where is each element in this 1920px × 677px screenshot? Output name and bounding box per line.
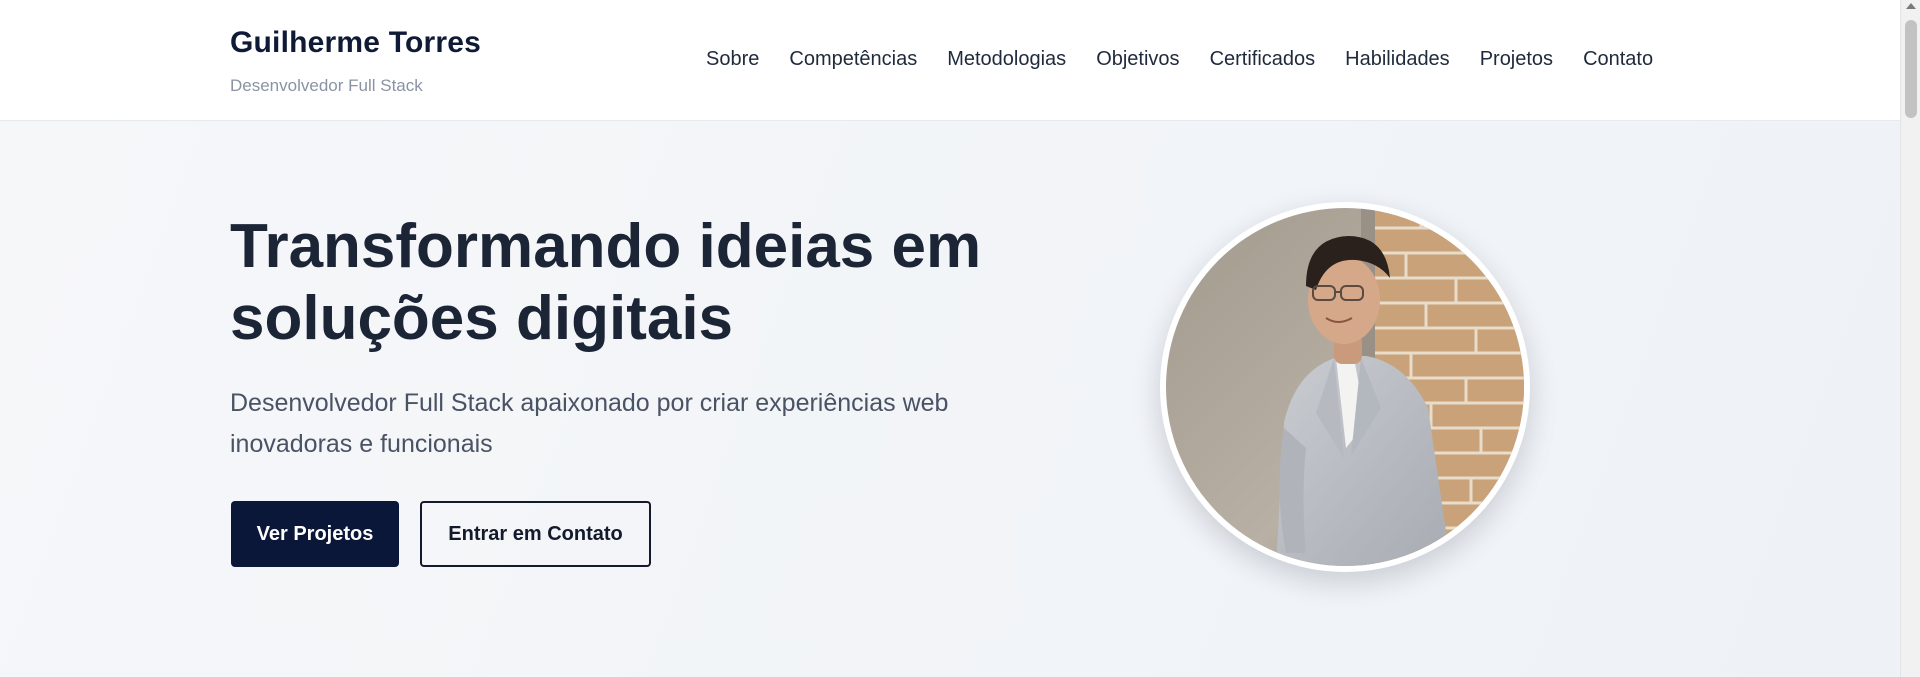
nav-item-habilidades[interactable]: Habilidades <box>1345 48 1450 71</box>
hero-subtitle-line1: Desenvolvedor Full Stack apaixonado por … <box>230 389 949 417</box>
nav-item-contato[interactable]: Contato <box>1583 48 1653 71</box>
nav-item-metodologias[interactable]: Metodologias <box>947 48 1066 71</box>
nav-item-sobre[interactable]: Sobre <box>706 48 759 71</box>
brand-name[interactable]: Guilherme Torres <box>230 26 481 60</box>
avatar-frame <box>1160 202 1530 572</box>
hero-headline-line2: soluções digitais <box>230 284 734 353</box>
nav-item-objetivos[interactable]: Objetivos <box>1096 48 1179 71</box>
nav-item-certificados[interactable]: Certificados <box>1210 48 1316 71</box>
brand-subtitle: Desenvolvedor Full Stack <box>230 76 423 95</box>
hero-section: Transformando ideias em soluções digitai… <box>0 121 1900 677</box>
profile-photo <box>1166 208 1524 566</box>
nav-item-competencias[interactable]: Competências <box>789 48 917 71</box>
hero-subtitle-line2: inovadoras e funcionais <box>230 430 493 458</box>
hero-headline: Transformando ideias em soluções digitai… <box>230 211 990 355</box>
contact-button[interactable]: Entrar em Contato <box>420 501 651 567</box>
view-projects-button[interactable]: Ver Projetos <box>231 501 399 567</box>
profile-photo-illustration <box>1166 208 1524 566</box>
site-header: Guilherme Torres Desenvolvedor Full Stac… <box>0 0 1900 121</box>
scroll-thumb[interactable] <box>1905 20 1917 118</box>
scroll-up-arrow-icon[interactable] <box>1906 3 1916 9</box>
main-nav: Sobre Competências Metodologias Objetivo… <box>706 48 1653 71</box>
brand[interactable]: Guilherme Torres Desenvolvedor Full Stac… <box>230 26 481 96</box>
nav-item-projetos[interactable]: Projetos <box>1480 48 1553 71</box>
hero-headline-line1: Transformando ideias em <box>230 212 982 281</box>
vertical-scrollbar[interactable] <box>1900 0 1920 677</box>
hero-subtitle: Desenvolvedor Full Stack apaixonado por … <box>230 383 990 465</box>
page: Guilherme Torres Desenvolvedor Full Stac… <box>0 0 1920 677</box>
